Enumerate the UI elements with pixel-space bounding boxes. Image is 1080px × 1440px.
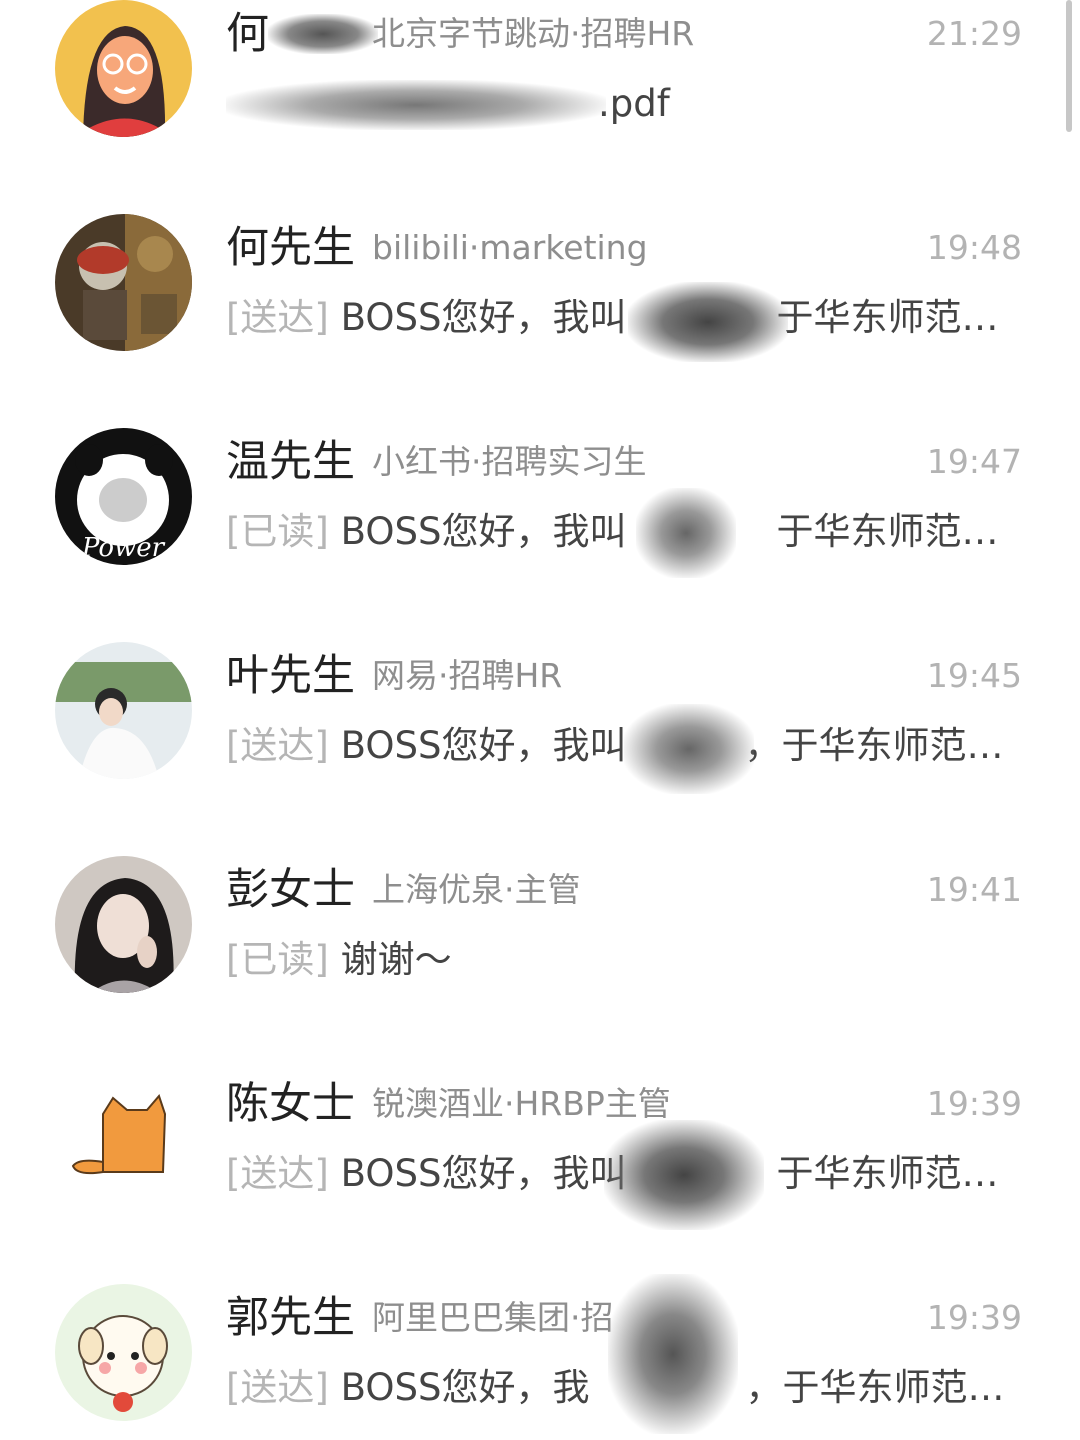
panda-meme-avatar-icon[interactable]: Power [55, 428, 192, 565]
message-tail: 于华东师范… [776, 510, 999, 553]
contact-name: 温先生 [226, 437, 355, 487]
chat-list: 何 北京字节跳动·招聘HR 21:29 .pdf 何先生 bilibili·ma… [0, 0, 1080, 1440]
message-text: BOSS您好，我叫 [340, 510, 627, 553]
contact-company: 小红书·招聘实习生 [372, 442, 647, 481]
message-preview: .pdf [226, 78, 1022, 130]
message-status: [已读] [226, 938, 329, 981]
message-text: 谢谢～ [340, 938, 452, 981]
contact-name: 何先生 [226, 223, 355, 273]
message-text: BOSS您好，我 [340, 1366, 590, 1409]
scrollbar[interactable] [1066, 0, 1072, 132]
message-time: 19:47 [926, 442, 1022, 481]
message-preview: [送达] BOSS您好，我叫 ，于华东师范… [226, 720, 1022, 772]
message-status: [送达] [226, 1152, 329, 1195]
message-tail: 于华东师范… [776, 1152, 999, 1195]
robot-figure-avatar-icon[interactable] [55, 214, 192, 351]
message-tail: ，于华东师范… [745, 1366, 1005, 1409]
contact-name: 叶先生 [226, 651, 355, 701]
message-text: BOSS您好，我叫 [340, 296, 627, 339]
message-text: BOSS您好，我叫 [340, 724, 627, 767]
contact-name: 何 [226, 9, 269, 59]
message-time: 21:29 [926, 14, 1022, 53]
message-preview: [送达] BOSS您好，我叫 于华东师范… [226, 292, 1022, 344]
contact-company: 北京字节跳动·招聘HR [372, 14, 695, 53]
chat-row[interactable]: 何先生 bilibili·marketing 19:48 [送达] BOSS您好… [0, 214, 1062, 428]
contact-name: 陈女士 [226, 1079, 355, 1129]
message-time: 19:41 [926, 870, 1022, 909]
contact-company: 锐澳酒业·HRBP主管 [372, 1084, 671, 1123]
message-text: BOSS您好，我叫 [340, 1152, 627, 1195]
message-preview: [送达] BOSS您好，我 ，于华东师范… [226, 1362, 1022, 1414]
chat-row[interactable]: 陈女士 锐澳酒业·HRBP主管 19:39 [送达] BOSS您好，我叫 于华东师… [0, 1070, 1062, 1284]
woman-glasses-avatar-icon[interactable] [55, 0, 192, 137]
puppy-cartoon-avatar-icon[interactable] [55, 1284, 192, 1421]
message-time: 19:39 [926, 1298, 1022, 1337]
message-tail: ，于华东师范… [744, 724, 1004, 767]
contact-company: 上海优泉·主管 [372, 870, 581, 909]
message-time: 19:48 [926, 228, 1022, 267]
redaction-smudge [268, 14, 378, 54]
message-tail: .pdf [598, 82, 670, 125]
contact-company: bilibili·marketing [372, 228, 648, 267]
contact-name: 郭先生 [226, 1293, 355, 1343]
message-time: 19:45 [926, 656, 1022, 695]
chat-row[interactable]: 彭女士 上海优泉·主管 19:41 [已读] 谢谢～ [0, 856, 1062, 1070]
message-preview: [已读] BOSS您好，我叫 于华东师范… [226, 506, 1022, 558]
message-status: [已读] [226, 510, 329, 553]
chat-row[interactable]: 何 北京字节跳动·招聘HR 21:29 .pdf [0, 0, 1062, 214]
contact-company: 网易·招聘HR [372, 656, 563, 695]
message-status: [送达] [226, 296, 329, 339]
contact-name: 彭女士 [226, 865, 355, 915]
chat-row[interactable]: Power 温先生 小红书·招聘实习生 19:47 [已读] BOSS您好，我叫… [0, 428, 1062, 642]
message-preview: [已读] 谢谢～ [226, 934, 1022, 986]
message-tail: 于华东师范… [776, 296, 999, 339]
message-status: [送达] [226, 1366, 329, 1409]
person-photo-avatar-icon[interactable] [55, 642, 192, 779]
message-time: 19:39 [926, 1084, 1022, 1123]
chat-row[interactable]: 叶先生 网易·招聘HR 19:45 [送达] BOSS您好，我叫 ，于华东师范… [0, 642, 1062, 856]
girl-photo-avatar-icon[interactable] [55, 856, 192, 993]
chat-row[interactable]: 郭先生 阿里巴巴集团·招 19:39 [送达] BOSS您好，我 ，于华东师范… [0, 1274, 1062, 1440]
orange-cat-avatar-icon[interactable] [55, 1070, 192, 1207]
message-preview: [送达] BOSS您好，我叫 于华东师范… [226, 1148, 1022, 1200]
svg-text:Power: Power [81, 533, 166, 563]
message-status: [送达] [226, 724, 329, 767]
contact-company: 阿里巴巴集团·招 [372, 1298, 614, 1337]
